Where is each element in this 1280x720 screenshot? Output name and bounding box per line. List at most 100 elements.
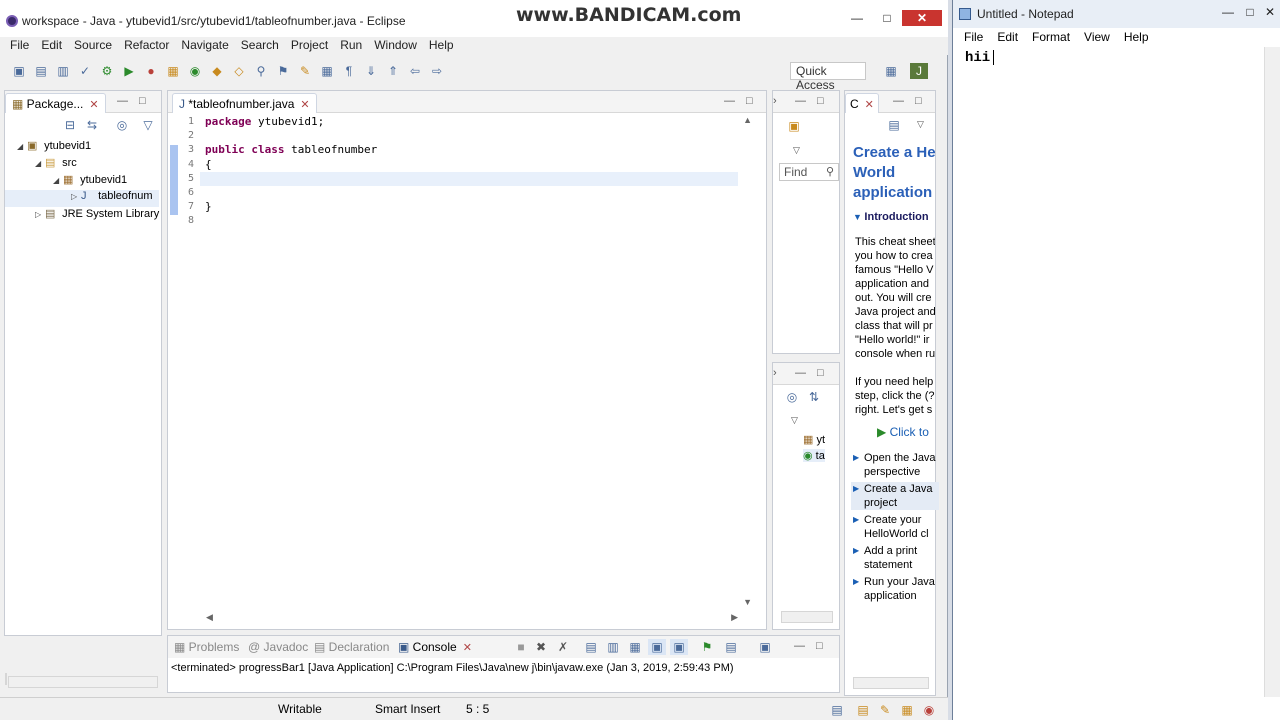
display-console-icon[interactable]: ▤ [722,639,740,655]
menu-project[interactable]: Project [285,37,334,55]
cheat-sheet-scrollbar[interactable] [853,677,929,689]
menu-navigate[interactable]: Navigate [175,37,234,55]
search-icon[interactable]: ⚲ [252,63,270,79]
minimize-button[interactable]: — [842,10,872,26]
pin-console-icon[interactable]: ⚑ [698,639,716,655]
tab-problems[interactable]: ▦ Problems [174,640,239,654]
minimize-icon[interactable]: — [795,95,806,107]
view-icon[interactable]: › [773,95,777,107]
view-icon[interactable]: › [773,367,777,379]
tab-javadoc[interactable]: @ Javadoc [248,640,308,654]
tab-declaration[interactable]: ▤ Declaration [314,640,389,654]
view-menu-icon[interactable]: ▽ [917,119,924,130]
run-icon[interactable]: ▶ [120,63,138,79]
collapse-all-icon[interactable]: ⊟ [61,117,79,133]
search-icon[interactable]: ⚲ [826,165,834,178]
prev-annotation-icon[interactable]: ⇑ [384,63,402,79]
menu-refactor[interactable]: Refactor [118,37,175,55]
scroll-left-icon[interactable]: ◀ [206,612,213,623]
outline-scrollbar[interactable] [781,611,833,623]
collapse-icon[interactable]: ▤ [885,117,903,133]
package-explorer-scrollbar[interactable] [8,676,158,688]
remove-launch-icon[interactable]: ✖ [532,639,550,655]
close-icon[interactable]: ✕ [89,99,98,111]
terminate-icon[interactable]: ■ [512,639,530,655]
open-perspective-icon[interactable]: ▦ [882,63,900,79]
cheat-sheet-step[interactable]: ▶ Run your Java application [851,575,939,603]
menu-edit[interactable]: Edit [35,37,68,55]
save-icon[interactable]: ▤ [32,63,50,79]
notepad-menu-format[interactable]: Format [1025,28,1077,47]
new-java-project-icon[interactable]: ▦ [164,63,182,79]
notepad-menu-file[interactable]: File [957,28,990,47]
save-all-icon[interactable]: ▥ [54,63,72,79]
block-selection-icon[interactable]: ▦ [318,63,336,79]
cheat-sheet-step[interactable]: ▶ Open the Java perspective [851,451,939,479]
notepad-menu-edit[interactable]: Edit [990,28,1025,47]
cheat-sheet-step[interactable]: ▶ Create your HelloWorld cl [851,513,939,541]
debug-icon[interactable]: ⚙ [98,63,116,79]
menu-window[interactable]: Window [368,37,423,55]
minimize-icon[interactable]: — [794,640,805,652]
new-icon[interactable]: ▣ [10,63,28,79]
word-wrap-icon[interactable]: ▦ [626,639,644,655]
tree-item-project[interactable]: ◢ ▣ ytubevid1 [5,139,159,156]
maximize-button[interactable]: □ [872,10,902,26]
toggle-mark-icon[interactable]: ⚑ [274,63,292,79]
menu-source[interactable]: Source [68,37,118,55]
tree-item-jre[interactable]: ▷ ▤ JRE System Library [5,207,159,224]
view-menu-icon[interactable]: ▽ [791,415,798,426]
notepad-menu-view[interactable]: View [1077,28,1117,47]
minimize-icon[interactable]: — [724,95,735,107]
outline-item-package[interactable]: ▦ yt [803,433,825,446]
scroll-down-icon[interactable]: ▼ [743,597,752,607]
link-editor-icon[interactable]: ⇆ [83,117,101,133]
maximize-button[interactable]: □ [1239,4,1261,20]
open-type-icon[interactable]: ◆ [208,63,226,79]
quick-access-field[interactable]: Quick Access [790,62,866,92]
view-menu-icon[interactable]: ▽ [139,117,157,133]
minimize-button[interactable]: — [1217,4,1239,20]
tab-cheat-sheet[interactable]: C ✕ [845,93,879,113]
scroll-lock-icon[interactable]: ▥ [604,639,622,655]
remove-all-icon[interactable]: ✗ [554,639,572,655]
scroll-right-icon[interactable]: ▶ [731,612,738,623]
status-icon-4[interactable]: ▦ [898,702,916,718]
status-icon-3[interactable]: ✎ [876,702,894,718]
java-perspective-icon[interactable]: J [910,63,928,79]
tree-item-java-file[interactable]: ▷ J tableofnum [5,190,160,207]
notepad-menu-help[interactable]: Help [1117,28,1156,47]
outline-item-class[interactable]: ◉ ta [803,449,825,462]
focus-icon[interactable]: ◎ [113,117,131,133]
status-icon-2[interactable]: ▤ [854,702,872,718]
skip-breakpoints-icon[interactable]: ✓ [76,63,94,79]
scroll-up-icon[interactable]: ▲ [743,115,752,125]
new-task-icon[interactable]: ▣ [785,118,803,134]
notepad-text-area[interactable]: hii [965,50,995,66]
maximize-icon[interactable]: □ [817,367,824,379]
show-stdout-icon[interactable]: ▣ [648,639,666,655]
maximize-icon[interactable]: □ [817,95,824,107]
cheat-sheet-step[interactable]: ▶ Add a print statement [851,544,939,572]
status-icon-1[interactable]: ▤ [828,702,846,718]
notepad-vertical-scrollbar[interactable] [1264,47,1280,697]
new-class-icon[interactable]: ◉ [186,63,204,79]
view-menu-icon[interactable]: ▽ [793,145,800,156]
close-button[interactable]: ✕ [902,10,942,26]
click-to-begin-link[interactable]: ▶ Click to [877,425,929,439]
tab-console[interactable]: ▣ Console ✕ [398,640,472,654]
forward-icon[interactable]: ⇨ [428,63,446,79]
menu-file[interactable]: File [4,37,35,55]
next-annotation-icon[interactable]: ⇓ [362,63,380,79]
tab-package-explorer[interactable]: ▦ Package... ✕ [5,93,106,113]
open-console-icon[interactable]: ▣ [756,639,774,655]
status-icon-5[interactable]: ◉ [920,702,938,718]
maximize-icon[interactable]: □ [746,95,753,107]
minimize-icon[interactable]: — [117,95,128,107]
tree-item-package[interactable]: ◢ ▦ ytubevid1 [5,173,159,190]
menu-search[interactable]: Search [235,37,285,55]
focus-icon[interactable]: ◎ [783,389,801,405]
clear-console-icon[interactable]: ▤ [582,639,600,655]
cheat-sheet-step[interactable]: ▶ Create a Java project [851,482,939,510]
external-tools-icon[interactable]: ● [142,63,160,79]
